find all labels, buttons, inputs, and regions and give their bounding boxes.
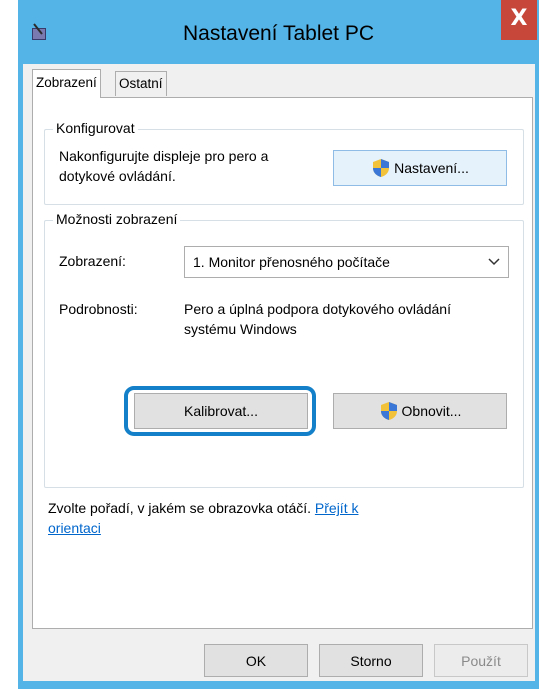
reset-button-label: Obnovit... [401,403,462,419]
display-options-legend: Možnosti zobrazení [53,211,181,227]
tab-zobrazeni[interactable]: Zobrazení [32,69,101,98]
window-title: Nastavení Tablet PC [182,22,375,45]
tab-ostatni[interactable]: Ostatní [115,71,167,96]
orientation-description: Zvolte pořadí, v jakém se obrazovka otáč… [48,500,315,516]
orientation-link-part2[interactable]: orientaci [48,520,101,536]
configure-group: Konfigurovat Nakonfigurujte displeje pro… [44,120,524,205]
chevron-down-icon [488,258,500,266]
close-button[interactable]: X [501,0,537,40]
details-line1: Pero a úplná podpora dotykového ovládání [184,301,451,317]
uac-shield-icon [380,402,397,420]
reset-button[interactable]: Obnovit... [333,393,507,429]
orientation-text: Zvolte pořadí, v jakém se obrazovka otáč… [48,500,518,516]
ok-button[interactable]: OK [204,644,308,677]
title-bar[interactable]: Nastavení Tablet PC X [18,0,539,64]
apply-button[interactable]: Použít [434,644,528,677]
configure-legend: Konfigurovat [53,120,138,136]
configure-settings-label: Nastavení... [394,160,469,176]
configure-text-line1: Nakonfigurujte displeje pro pero a [59,148,269,164]
details-label: Podrobnosti: [59,301,138,317]
cancel-button[interactable]: Storno [319,644,423,677]
display-select-value: 1. Monitor přenosného počítače [193,254,390,270]
tab-panel: Konfigurovat Nakonfigurujte displeje pro… [32,97,533,629]
uac-shield-icon [373,159,390,177]
display-select[interactable]: 1. Monitor přenosného počítače [184,246,509,278]
calibrate-button[interactable]: Kalibrovat... [134,393,308,429]
configure-text-line2: dotykové ovládání. [59,168,176,184]
details-line2: systému Windows [184,321,297,337]
dialog-client-area: Zobrazení Ostatní Konfigurovat Nakonfigu… [23,64,535,681]
display-label: Zobrazení: [59,253,126,269]
settings-window: Nastavení Tablet PC X Zobrazení Ostatní … [18,0,539,689]
orientation-link-part1[interactable]: Přejít k [315,500,359,516]
display-options-group: Možnosti zobrazení Zobrazení: 1. Monitor… [44,211,524,488]
configure-settings-button[interactable]: Nastavení... [333,150,507,186]
